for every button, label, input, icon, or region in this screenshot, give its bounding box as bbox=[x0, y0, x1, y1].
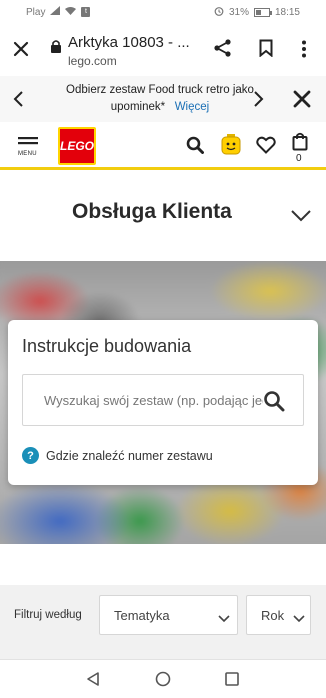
menu-label[interactable]: MENU bbox=[18, 151, 37, 157]
battery-percent: 31% bbox=[228, 7, 249, 18]
page-title[interactable]: Arktyka 10803 - ... bbox=[68, 34, 190, 51]
promo-more-link[interactable]: Więcej bbox=[175, 101, 210, 113]
close-tab-icon[interactable] bbox=[12, 40, 30, 63]
vip-minifig-icon[interactable] bbox=[221, 134, 241, 161]
find-set-number-link[interactable]: ? Gdzie znaleźć numer zestawu bbox=[22, 447, 213, 464]
filter-label: Filtruj według bbox=[14, 609, 82, 621]
lock-icon[interactable] bbox=[50, 39, 62, 59]
android-nav-bar bbox=[0, 664, 326, 698]
lego-logo[interactable]: LEGO bbox=[58, 127, 96, 165]
help-question-icon: ? bbox=[22, 447, 39, 464]
close-promo-icon[interactable] bbox=[293, 90, 311, 113]
set-search-input[interactable] bbox=[23, 375, 263, 425]
filter-bar: Filtruj według Tematyka Rok bbox=[0, 585, 326, 660]
bookmark-icon[interactable] bbox=[259, 39, 273, 62]
search-icon[interactable] bbox=[263, 390, 285, 417]
set-search-box[interactable] bbox=[22, 374, 304, 426]
back-icon[interactable] bbox=[86, 671, 100, 692]
home-icon[interactable] bbox=[155, 671, 171, 692]
theme-select-value: Tematyka bbox=[114, 608, 170, 623]
cart-count: 0 bbox=[296, 153, 302, 164]
wifi-icon bbox=[65, 6, 77, 18]
chevron-down-icon bbox=[218, 611, 230, 626]
chevron-right-icon[interactable] bbox=[253, 90, 265, 113]
promo-message: Odbierz zestaw Food truck retro jako upo… bbox=[66, 84, 254, 113]
site-header: MENU LEGO 0 bbox=[0, 122, 326, 170]
battery-icon bbox=[253, 8, 272, 17]
building-instructions-card: Instrukcje budowania ? Gdzie znaleźć num… bbox=[8, 320, 318, 485]
theme-select[interactable]: Tematyka bbox=[99, 595, 238, 635]
year-select-value: Rok bbox=[261, 608, 285, 623]
carrier-label: Play bbox=[26, 6, 46, 18]
recent-apps-icon[interactable] bbox=[225, 672, 239, 691]
chevron-down-icon bbox=[293, 611, 305, 626]
customer-service-section[interactable]: Obsługa Klienta bbox=[0, 190, 326, 240]
share-icon[interactable] bbox=[213, 38, 233, 63]
browser-toolbar: Arktyka 10803 - ... lego.com bbox=[0, 24, 326, 76]
signal-icon bbox=[50, 6, 61, 18]
status-bar: Play t 31% 18:15 bbox=[0, 0, 326, 24]
wishlist-heart-icon[interactable] bbox=[256, 136, 276, 159]
url-text[interactable]: lego.com bbox=[68, 54, 117, 68]
notification-icon: t bbox=[81, 7, 91, 17]
year-select[interactable]: Rok bbox=[246, 595, 311, 635]
chevron-left-icon[interactable] bbox=[12, 90, 24, 113]
promo-text-block: Odbierz zestaw Food truck retro jako upo… bbox=[40, 82, 280, 116]
more-options-icon[interactable] bbox=[302, 40, 306, 63]
clock: 18:15 bbox=[274, 7, 300, 18]
chevron-down-icon[interactable] bbox=[290, 209, 312, 227]
promo-banner: Odbierz zestaw Food truck retro jako upo… bbox=[0, 76, 326, 122]
alarm-icon bbox=[214, 6, 224, 19]
search-icon[interactable] bbox=[186, 136, 204, 159]
section-title: Obsługa Klienta bbox=[72, 200, 232, 223]
help-text[interactable]: Gdzie znaleźć numer zestawu bbox=[46, 449, 213, 463]
card-title: Instrukcje budowania bbox=[22, 336, 192, 356]
